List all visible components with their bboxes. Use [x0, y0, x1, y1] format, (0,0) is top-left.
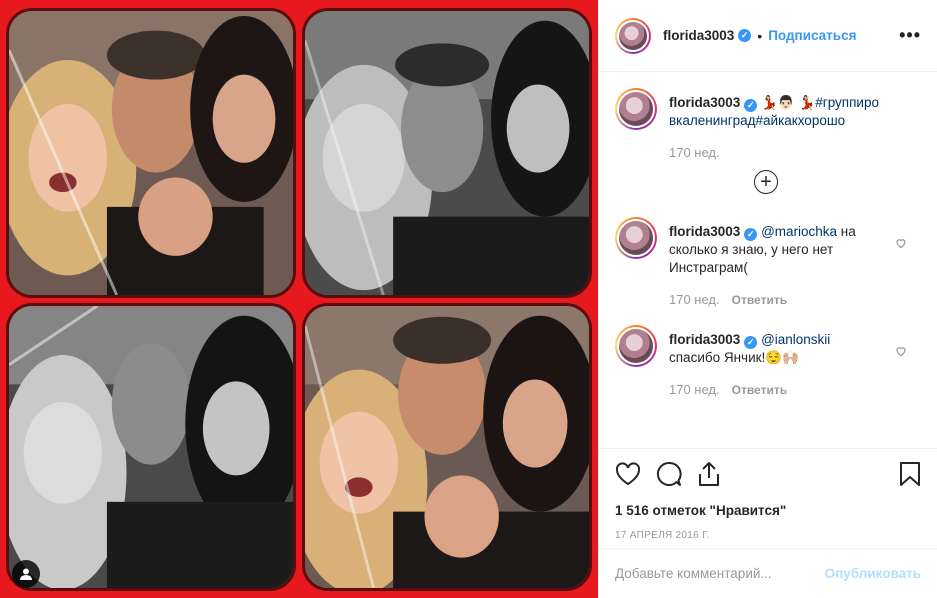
caption: florida3003 ✓ 💃🏻👨🏻 💃🏻#группировкаленингра… — [615, 88, 921, 162]
publish-button[interactable]: Опубликовать — [825, 566, 921, 581]
comment-time[interactable]: 170 нед. — [669, 382, 720, 397]
caption-emoji: 💃🏻👨🏻 — [761, 95, 795, 110]
more-icon[interactable]: ••• — [899, 25, 921, 46]
comments-section[interactable]: florida3003 ✓ 💃🏻👨🏻 💃🏻#группировкаленингра… — [599, 72, 937, 448]
post-actions: 1 516 отметок "Нравится" 17 АПРЕЛЯ 2016 … — [599, 448, 937, 541]
heart-icon[interactable] — [615, 462, 641, 486]
comment-mention[interactable]: @mariochka — [761, 224, 837, 239]
verified-icon: ✓ — [738, 29, 752, 42]
comment-icon[interactable] — [656, 461, 682, 487]
plus-circle-icon[interactable]: + — [754, 170, 778, 194]
verified-icon: ✓ — [744, 98, 758, 112]
avatar[interactable] — [615, 17, 651, 54]
avatar[interactable] — [615, 88, 657, 130]
caption-dancer-emoji: 💃🏻 — [798, 95, 816, 110]
post-date[interactable]: 17 АПРЕЛЯ 2016 Г. — [615, 530, 921, 541]
comment-text: спасибо Янчик!😌🙌🏼 — [669, 350, 799, 365]
caption-time[interactable]: 170 нед. — [669, 145, 720, 160]
small-heart-icon[interactable] — [895, 237, 907, 252]
verified-icon: ✓ — [744, 335, 758, 349]
comment-author[interactable]: florida3003 — [669, 332, 740, 347]
post-header: florida3003 ✓ • Подписаться ••• — [599, 0, 937, 72]
avatar[interactable] — [615, 325, 657, 367]
share-icon[interactable] — [697, 461, 721, 487]
post-side-panel: florida3003 ✓ • Подписаться ••• florida3… — [598, 0, 937, 598]
likes-count[interactable]: 1 516 отметок "Нравится" — [615, 503, 921, 518]
comment-time[interactable]: 170 нед. — [669, 292, 720, 307]
verified-icon: ✓ — [744, 227, 758, 241]
photo-tile-color-1 — [6, 8, 296, 298]
reply-button[interactable]: Ответить — [732, 293, 787, 307]
avatar[interactable] — [615, 217, 657, 259]
follow-button[interactable]: Подписаться — [768, 28, 856, 43]
caption-author[interactable]: florida3003 — [669, 95, 740, 110]
photo-tile-bw-2 — [6, 303, 296, 591]
separator-dot: • — [757, 27, 763, 44]
user-tag-icon[interactable] — [12, 560, 40, 588]
author-username[interactable]: florida3003 — [663, 28, 734, 43]
comment-item: florida3003 ✓ @ianlonskii спасибо Янчик!😌… — [615, 325, 921, 399]
small-heart-icon[interactable] — [895, 345, 907, 360]
reply-button[interactable]: Ответить — [732, 383, 787, 397]
add-comment-bar: Опубликовать — [599, 548, 937, 598]
comment-input[interactable] — [615, 566, 825, 581]
bookmark-icon[interactable] — [899, 461, 921, 487]
photo-tile-color-2 — [302, 303, 592, 591]
comment-mention[interactable]: @ianlonskii — [761, 332, 830, 347]
post-media[interactable] — [0, 0, 598, 598]
load-more-comments[interactable]: + — [615, 170, 921, 194]
comment-author[interactable]: florida3003 — [669, 224, 740, 239]
comment-item: florida3003 ✓ @mariochka на сколько я зна… — [615, 217, 921, 309]
photo-tile-bw-1 — [302, 8, 592, 298]
